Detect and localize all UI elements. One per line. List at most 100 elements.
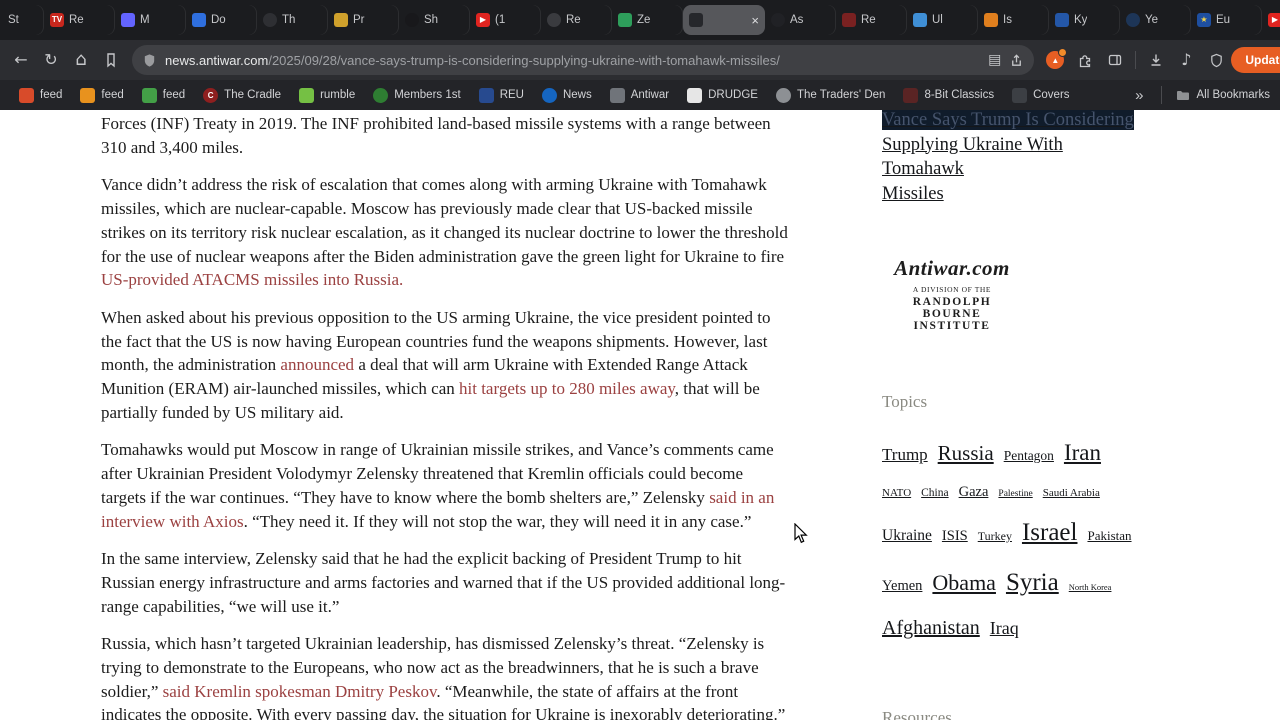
tab[interactable]: As	[765, 5, 836, 35]
bookmarks-overflow-button[interactable]: »	[1131, 87, 1147, 104]
sidebar-toggle-button[interactable]	[1100, 45, 1130, 75]
sidebar-article-title-link[interactable]: Vance Says Trump Is Considering Supplyin…	[882, 110, 1146, 206]
media-playing-button[interactable]: ♪	[1171, 45, 1201, 75]
article-link[interactable]: US-provided ATACMS missiles into Russia.	[101, 270, 403, 289]
topic-link[interactable]: Pakistan	[1087, 528, 1131, 543]
tab[interactable]: Ul	[907, 5, 978, 35]
tab-title: M	[140, 14, 150, 26]
reload-icon: ↻	[44, 50, 58, 69]
tab-list: StTVReMDoThPrSh▶(1ReZe×AsReUlIsKyYe★Eu▶(…	[0, 0, 1280, 40]
notification-badge	[1058, 48, 1068, 57]
topic-link[interactable]: Israel	[1022, 519, 1078, 546]
topic-link[interactable]: Pentagon	[1004, 448, 1054, 463]
bookmark-item[interactable]: Members 1st	[364, 83, 469, 107]
brave-rewards-button[interactable]: ▲	[1040, 45, 1070, 75]
bookmark-label: DRUDGE	[708, 89, 758, 101]
tab[interactable]: ▶(1	[470, 5, 541, 35]
topic-link[interactable]: Yemen	[882, 578, 922, 594]
tab[interactable]: Do	[186, 5, 257, 35]
reader-mode-icon[interactable]: ▤	[988, 53, 1001, 67]
tab[interactable]: Ze	[612, 5, 683, 35]
tab[interactable]: TV Re	[44, 5, 115, 35]
downloads-button[interactable]	[1141, 45, 1171, 75]
tab-title: As	[790, 14, 804, 26]
tab[interactable]: Re	[541, 5, 612, 35]
site-favicon	[618, 13, 632, 27]
tab-active[interactable]: ×	[683, 5, 765, 35]
article-paragraph: Tomahawks would put Moscow in range of U…	[101, 440, 775, 531]
back-button[interactable]: ←	[6, 45, 36, 75]
topic-link[interactable]: Iraq	[990, 618, 1019, 638]
bookmark-label: The Traders' Den	[796, 89, 886, 101]
address-bar[interactable]: news.antiwar.com/2025/09/28/vance-says-t…	[132, 45, 1035, 75]
home-button[interactable]: ⌂	[66, 45, 96, 75]
topic-link[interactable]: NATO	[882, 487, 911, 499]
tab[interactable]: Ky	[1049, 5, 1120, 35]
tab[interactable]: ▶(1	[1262, 5, 1280, 35]
topic-link[interactable]: Trump	[882, 445, 928, 464]
tab-title: Eu	[1216, 14, 1231, 26]
tab-title: Pr	[353, 14, 365, 26]
bookmark-item[interactable]: Antiwar	[601, 83, 678, 107]
all-bookmarks-folder[interactable]: All Bookmarks	[1175, 87, 1270, 103]
topic-link[interactable]: China	[921, 487, 948, 499]
tab[interactable]: Pr	[328, 5, 399, 35]
article-link[interactable]: announced	[280, 355, 354, 374]
logo-wordmark: Antiwar.com	[894, 256, 1010, 280]
topic-link[interactable]: Turkey	[978, 529, 1012, 543]
bookmark-item[interactable]: REU	[470, 83, 533, 107]
tab[interactable]: Th	[257, 5, 328, 35]
article-link[interactable]: said Kremlin spokesman Dmitry Peskov	[163, 682, 437, 701]
bookmark-label: feed	[162, 89, 186, 101]
update-button[interactable]: Update	[1231, 47, 1280, 73]
reload-button[interactable]: ↻	[36, 45, 66, 75]
bookmark-item[interactable]: feed	[10, 83, 71, 107]
topic-link[interactable]: Saudi Arabia	[1043, 487, 1100, 499]
tab[interactable]: Sh	[399, 5, 470, 35]
site-favicon	[842, 13, 856, 27]
bookmark-item[interactable]: rumble	[290, 83, 364, 107]
bookmark-page-button[interactable]	[96, 45, 126, 75]
topic-link[interactable]: Afghanistan	[882, 617, 980, 639]
tab[interactable]: St	[2, 5, 44, 35]
topic-link[interactable]: Syria	[1006, 569, 1059, 596]
tab-title: (1	[495, 14, 506, 26]
page-content: Forces (INF) Treaty in 2019. The INF pro…	[0, 110, 1280, 720]
topic-link[interactable]: Obama	[932, 570, 996, 595]
extensions-button[interactable]	[1070, 45, 1100, 75]
bookmark-label: Covers	[1033, 89, 1070, 101]
article-link[interactable]: hit targets up to 280 miles away	[459, 379, 675, 398]
bookmark-label: feed	[40, 89, 63, 101]
bookmark-item[interactable]: 8-Bit Classics	[894, 83, 1003, 107]
tab[interactable]: Re	[836, 5, 907, 35]
tab[interactable]: Is	[978, 5, 1049, 35]
topic-link[interactable]: North Korea	[1069, 582, 1112, 592]
tab[interactable]: ★ Eu	[1191, 5, 1262, 35]
bookmark-item[interactable]: C The Cradle	[194, 83, 290, 107]
share-icon[interactable]	[1009, 53, 1024, 68]
bookmark-item[interactable]: DRUDGE	[678, 83, 767, 107]
site-favicon	[121, 13, 135, 27]
vpn-shield-icon	[1211, 53, 1222, 67]
site-favicon	[547, 13, 561, 27]
antiwar-logo[interactable]: Antiwar.com A DIVISION OF THE RANDOLPH B…	[882, 256, 1022, 332]
brave-rewards-icon: ▲	[1046, 48, 1068, 69]
vpn-button[interactable]	[1201, 45, 1231, 75]
bookmark-item[interactable]: Covers	[1003, 83, 1078, 107]
antiwar-article-favicon	[689, 13, 703, 27]
bookmark-item[interactable]: The Traders' Den	[767, 83, 895, 107]
bookmark-item[interactable]: feed	[71, 83, 132, 107]
tab-close-icon[interactable]: ×	[751, 13, 759, 28]
bookmark-favicon	[299, 87, 315, 103]
bookmark-item[interactable]: News	[533, 83, 601, 107]
topic-link[interactable]: ISIS	[942, 528, 968, 544]
topic-link[interactable]: Palestine	[998, 489, 1032, 499]
tab[interactable]: M	[115, 5, 186, 35]
article-link[interactable]: said in an interview with Axios	[101, 488, 774, 531]
topic-link[interactable]: Ukraine	[882, 527, 932, 544]
topic-link[interactable]: Russia	[938, 441, 994, 465]
bookmark-item[interactable]: feed	[133, 83, 194, 107]
tab[interactable]: Ye	[1120, 5, 1191, 35]
topic-link[interactable]: Iran	[1064, 440, 1101, 465]
topic-link[interactable]: Gaza	[959, 484, 989, 500]
